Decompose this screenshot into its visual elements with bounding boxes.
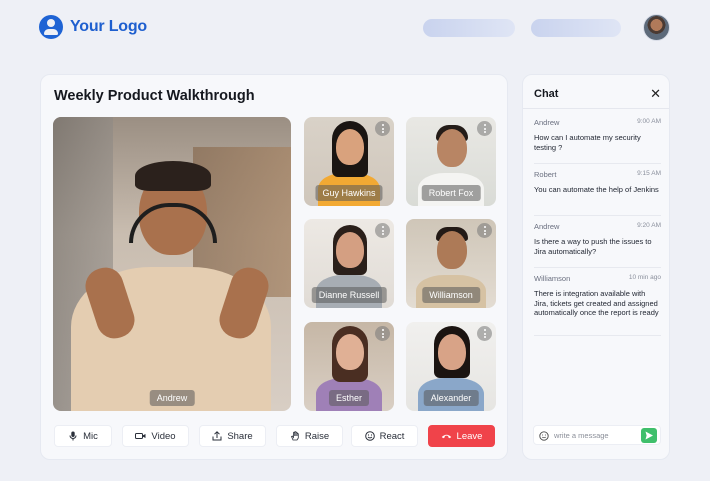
participant-name-tag: Esther [328, 390, 370, 406]
share-upload-icon [212, 431, 222, 441]
participant-tile[interactable]: Guy Hawkins [304, 117, 394, 206]
close-icon[interactable]: ✕ [650, 87, 661, 100]
more-options-icon[interactable] [375, 326, 390, 341]
top-bar: Your Logo [0, 0, 710, 56]
chat-message: Robert 9:15 AM You can automate the help… [534, 170, 661, 195]
chat-message: Andrew 9:00 AM How can I automate my sec… [534, 118, 661, 152]
message-text: There is integration available with Jira… [534, 289, 659, 318]
video-button[interactable]: Video [122, 425, 189, 447]
user-avatar[interactable] [643, 14, 670, 41]
divider [534, 163, 661, 164]
share-label: Share [227, 430, 253, 442]
participant-name-tag: Robert Fox [421, 185, 481, 201]
mic-button[interactable]: Mic [54, 425, 112, 447]
user-circle-icon [39, 15, 63, 39]
logo[interactable]: Your Logo [39, 15, 147, 39]
meeting-title: Weekly Product Walkthrough [54, 88, 255, 104]
send-icon [645, 431, 653, 440]
raise-label: Raise [304, 430, 330, 442]
message-author: Williamson [534, 274, 571, 283]
divider [534, 335, 661, 336]
participant-tile[interactable]: Robert Fox [406, 117, 496, 206]
leave-button[interactable]: Leave [428, 425, 495, 447]
message-text: How can I automate my security testing ? [534, 133, 641, 152]
video-camera-icon [135, 433, 146, 439]
more-options-icon[interactable] [477, 223, 492, 238]
participant-tile[interactable]: Dianne Russell [304, 219, 394, 308]
participant-tile[interactable]: Esther [304, 322, 394, 411]
participant-name-tag: Dianne Russell [311, 287, 387, 303]
phone-hangup-icon [441, 434, 451, 439]
message-time: 10 min ago [628, 274, 661, 281]
participant-name-tag: Andrew [149, 390, 195, 406]
more-options-icon[interactable] [477, 121, 492, 136]
participant-name-tag: Alexander [423, 390, 479, 406]
react-button[interactable]: React [351, 425, 418, 447]
participant-name-tag: Williamson [422, 287, 480, 303]
message-text: You can automate the help of Jenkins [534, 185, 659, 194]
logo-text: Your Logo [70, 18, 147, 35]
share-button[interactable]: Share [199, 425, 266, 447]
chat-header: Chat ✕ [523, 75, 669, 109]
mic-label: Mic [83, 430, 98, 442]
more-options-icon[interactable] [375, 223, 390, 238]
participant-name-tag: Guy Hawkins [315, 185, 383, 201]
message-author: Andrew [534, 222, 560, 231]
divider [534, 215, 661, 216]
microphone-icon [69, 431, 77, 441]
more-options-icon[interactable] [375, 121, 390, 136]
participant-tile[interactable]: Alexander [406, 322, 496, 411]
send-button[interactable] [641, 428, 657, 443]
smiley-icon [364, 431, 375, 441]
react-label: React [379, 430, 405, 442]
chat-message: Andrew 9:20 AM Is there a way to push th… [534, 222, 661, 256]
message-time: 9:00 AM [637, 118, 661, 125]
chat-message: Williamson 10 min ago There is integrati… [534, 274, 661, 318]
raise-hand-button[interactable]: Raise [276, 425, 343, 447]
nav-placeholder-2 [531, 19, 621, 37]
leave-label: Leave [456, 430, 483, 442]
message-author: Robert [534, 170, 557, 179]
message-author: Andrew [534, 118, 560, 127]
main-video-tile[interactable]: Andrew [53, 117, 291, 411]
message-time: 9:15 AM [637, 170, 661, 177]
message-text: Is there a way to push the issues to Jir… [534, 237, 652, 256]
emoji-icon[interactable] [539, 430, 549, 441]
message-input[interactable] [554, 429, 634, 442]
nav-placeholder-1 [423, 19, 515, 37]
divider [534, 267, 661, 268]
meeting-panel: Weekly Product Walkthrough Andrew Guy Ha… [40, 74, 508, 460]
message-time: 9:20 AM [637, 222, 661, 229]
chat-input-bar [533, 425, 661, 445]
participant-tile[interactable]: Williamson [406, 219, 496, 308]
chat-panel: Chat ✕ Andrew 9:00 AM How can I automate… [522, 74, 670, 460]
chat-title: Chat [534, 88, 559, 100]
video-label: Video [151, 430, 176, 442]
hand-icon [290, 431, 299, 441]
more-options-icon[interactable] [477, 326, 492, 341]
